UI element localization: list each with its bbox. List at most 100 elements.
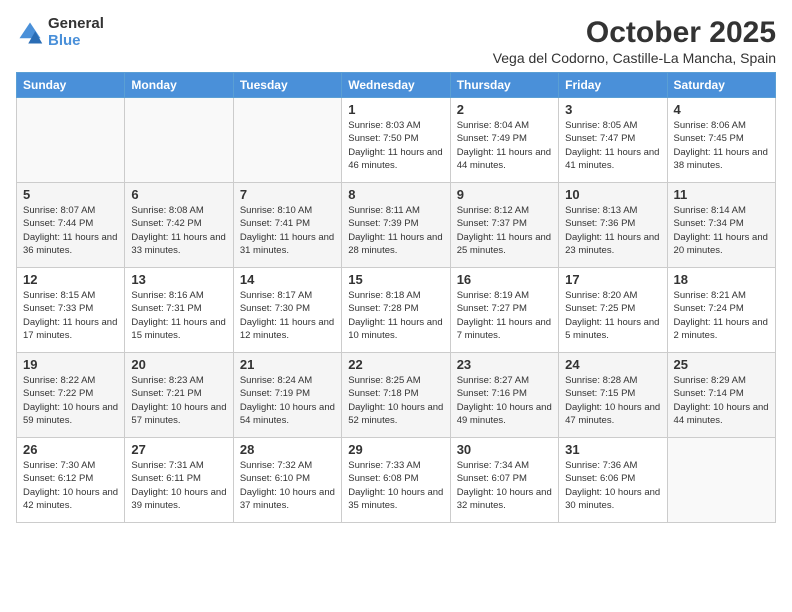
day-number: 27 [131, 442, 226, 457]
day-info: Sunrise: 7:34 AM Sunset: 6:07 PM Dayligh… [457, 459, 552, 512]
calendar-table: SundayMondayTuesdayWednesdayThursdayFrid… [16, 72, 776, 523]
day-info: Sunrise: 8:06 AM Sunset: 7:45 PM Dayligh… [674, 119, 769, 172]
day-number: 13 [131, 272, 226, 287]
day-info: Sunrise: 8:16 AM Sunset: 7:31 PM Dayligh… [131, 289, 226, 342]
title-area: October 2025 Vega del Codorno, Castille-… [493, 16, 776, 66]
calendar-cell: 14Sunrise: 8:17 AM Sunset: 7:30 PM Dayli… [233, 268, 341, 353]
day-info: Sunrise: 8:18 AM Sunset: 7:28 PM Dayligh… [348, 289, 443, 342]
calendar-cell [667, 438, 775, 523]
month-title: October 2025 [493, 16, 776, 50]
logo-text-blue: Blue [48, 33, 104, 50]
day-info: Sunrise: 8:21 AM Sunset: 7:24 PM Dayligh… [674, 289, 769, 342]
weekday-header-saturday: Saturday [667, 73, 775, 98]
day-info: Sunrise: 8:15 AM Sunset: 7:33 PM Dayligh… [23, 289, 118, 342]
calendar-cell: 17Sunrise: 8:20 AM Sunset: 7:25 PM Dayli… [559, 268, 667, 353]
page-header: General Blue October 2025 Vega del Codor… [16, 16, 776, 66]
calendar-cell: 23Sunrise: 8:27 AM Sunset: 7:16 PM Dayli… [450, 353, 558, 438]
calendar-cell: 25 Sunrise: 8:29 AM Sunset: 7:14 PM Dayli… [667, 353, 775, 438]
calendar-cell: 21 Sunrise: 8:24 AM Sunset: 7:19 PM Dayli… [233, 353, 341, 438]
calendar-cell: 13 Sunrise: 8:16 AM Sunset: 7:31 PM Dayli… [125, 268, 233, 353]
calendar-cell: 26 Sunrise: 7:30 AM Sunset: 6:12 PM Dayli… [17, 438, 125, 523]
weekday-header-row: SundayMondayTuesdayWednesdayThursdayFrid… [17, 73, 776, 98]
day-info: Sunrise: 7:30 AM Sunset: 6:12 PM Dayligh… [23, 459, 118, 512]
day-number: 18 [674, 272, 769, 287]
weekday-header-monday: Monday [125, 73, 233, 98]
day-number: 31 [565, 442, 660, 457]
day-info: Sunrise: 8:10 AM Sunset: 7:41 PM Dayligh… [240, 204, 335, 257]
weekday-header-wednesday: Wednesday [342, 73, 450, 98]
calendar-cell: 20Sunrise: 8:23 AM Sunset: 7:21 PM Dayli… [125, 353, 233, 438]
calendar-cell: 19 Sunrise: 8:22 AM Sunset: 7:22 PM Dayli… [17, 353, 125, 438]
day-info: Sunrise: 8:28 AM Sunset: 7:15 PM Dayligh… [565, 374, 660, 427]
day-info: Sunrise: 8:14 AM Sunset: 7:34 PM Dayligh… [674, 204, 769, 257]
calendar-cell: 2Sunrise: 8:04 AM Sunset: 7:49 PM Daylig… [450, 98, 558, 183]
calendar-cell [17, 98, 125, 183]
day-info: Sunrise: 8:27 AM Sunset: 7:16 PM Dayligh… [457, 374, 552, 427]
calendar-cell: 18 Sunrise: 8:21 AM Sunset: 7:24 PM Dayli… [667, 268, 775, 353]
day-info: Sunrise: 8:29 AM Sunset: 7:14 PM Dayligh… [674, 374, 769, 427]
day-number: 21 [240, 357, 335, 372]
calendar-cell [233, 98, 341, 183]
calendar-cell [125, 98, 233, 183]
day-info: Sunrise: 8:07 AM Sunset: 7:44 PM Dayligh… [23, 204, 118, 257]
day-number: 19 [23, 357, 118, 372]
weekday-header-friday: Friday [559, 73, 667, 98]
calendar-cell: 28 Sunrise: 7:32 AM Sunset: 6:10 PM Dayli… [233, 438, 341, 523]
day-info: Sunrise: 8:05 AM Sunset: 7:47 PM Dayligh… [565, 119, 660, 172]
day-number: 7 [240, 187, 335, 202]
day-info: Sunrise: 7:31 AM Sunset: 6:11 PM Dayligh… [131, 459, 226, 512]
day-info: Sunrise: 8:11 AM Sunset: 7:39 PM Dayligh… [348, 204, 443, 257]
calendar-cell: 9 Sunrise: 8:12 AM Sunset: 7:37 PM Daylig… [450, 183, 558, 268]
day-number: 26 [23, 442, 118, 457]
day-number: 5 [23, 187, 118, 202]
day-info: Sunrise: 8:12 AM Sunset: 7:37 PM Dayligh… [457, 204, 552, 257]
calendar-cell: 15Sunrise: 8:18 AM Sunset: 7:28 PM Dayli… [342, 268, 450, 353]
calendar-cell: 4Sunrise: 8:06 AM Sunset: 7:45 PM Daylig… [667, 98, 775, 183]
calendar-cell: 24 Sunrise: 8:28 AM Sunset: 7:15 PM Dayli… [559, 353, 667, 438]
day-info: Sunrise: 8:04 AM Sunset: 7:49 PM Dayligh… [457, 119, 552, 172]
weekday-header-sunday: Sunday [17, 73, 125, 98]
day-info: Sunrise: 7:32 AM Sunset: 6:10 PM Dayligh… [240, 459, 335, 512]
day-number: 22 [348, 357, 443, 372]
day-number: 3 [565, 102, 660, 117]
day-number: 9 [457, 187, 552, 202]
calendar-week-4: 19 Sunrise: 8:22 AM Sunset: 7:22 PM Dayli… [17, 353, 776, 438]
calendar-week-1: 1Sunrise: 8:03 AM Sunset: 7:50 PM Daylig… [17, 98, 776, 183]
day-number: 28 [240, 442, 335, 457]
day-number: 12 [23, 272, 118, 287]
calendar-cell: 7 Sunrise: 8:10 AM Sunset: 7:41 PM Daylig… [233, 183, 341, 268]
day-number: 24 [565, 357, 660, 372]
day-number: 6 [131, 187, 226, 202]
day-number: 17 [565, 272, 660, 287]
weekday-header-thursday: Thursday [450, 73, 558, 98]
day-info: Sunrise: 8:23 AM Sunset: 7:21 PM Dayligh… [131, 374, 226, 427]
location-title: Vega del Codorno, Castille-La Mancha, Sp… [493, 50, 776, 66]
day-info: Sunrise: 8:24 AM Sunset: 7:19 PM Dayligh… [240, 374, 335, 427]
weekday-header-tuesday: Tuesday [233, 73, 341, 98]
day-number: 14 [240, 272, 335, 287]
day-number: 29 [348, 442, 443, 457]
day-number: 10 [565, 187, 660, 202]
day-number: 25 [674, 357, 769, 372]
logo-icon [16, 19, 44, 47]
logo-text-general: General [48, 16, 104, 33]
calendar-cell: 12 Sunrise: 8:15 AM Sunset: 7:33 PM Dayli… [17, 268, 125, 353]
calendar-cell: 16Sunrise: 8:19 AM Sunset: 7:27 PM Dayli… [450, 268, 558, 353]
calendar-week-3: 12 Sunrise: 8:15 AM Sunset: 7:33 PM Dayli… [17, 268, 776, 353]
calendar-cell: 31Sunrise: 7:36 AM Sunset: 6:06 PM Dayli… [559, 438, 667, 523]
day-info: Sunrise: 8:22 AM Sunset: 7:22 PM Dayligh… [23, 374, 118, 427]
day-number: 30 [457, 442, 552, 457]
calendar-cell: 27 Sunrise: 7:31 AM Sunset: 6:11 PM Dayli… [125, 438, 233, 523]
calendar-cell: 29Sunrise: 7:33 AM Sunset: 6:08 PM Dayli… [342, 438, 450, 523]
day-info: Sunrise: 8:08 AM Sunset: 7:42 PM Dayligh… [131, 204, 226, 257]
day-info: Sunrise: 8:13 AM Sunset: 7:36 PM Dayligh… [565, 204, 660, 257]
calendar-cell: 8Sunrise: 8:11 AM Sunset: 7:39 PM Daylig… [342, 183, 450, 268]
day-info: Sunrise: 8:03 AM Sunset: 7:50 PM Dayligh… [348, 119, 443, 172]
calendar-cell: 11Sunrise: 8:14 AM Sunset: 7:34 PM Dayli… [667, 183, 775, 268]
calendar-cell: 6 Sunrise: 8:08 AM Sunset: 7:42 PM Daylig… [125, 183, 233, 268]
logo: General Blue [16, 16, 104, 49]
calendar-cell: 22Sunrise: 8:25 AM Sunset: 7:18 PM Dayli… [342, 353, 450, 438]
calendar-cell: 5 Sunrise: 8:07 AM Sunset: 7:44 PM Daylig… [17, 183, 125, 268]
calendar-cell: 30 Sunrise: 7:34 AM Sunset: 6:07 PM Dayli… [450, 438, 558, 523]
calendar-cell: 10 Sunrise: 8:13 AM Sunset: 7:36 PM Dayli… [559, 183, 667, 268]
